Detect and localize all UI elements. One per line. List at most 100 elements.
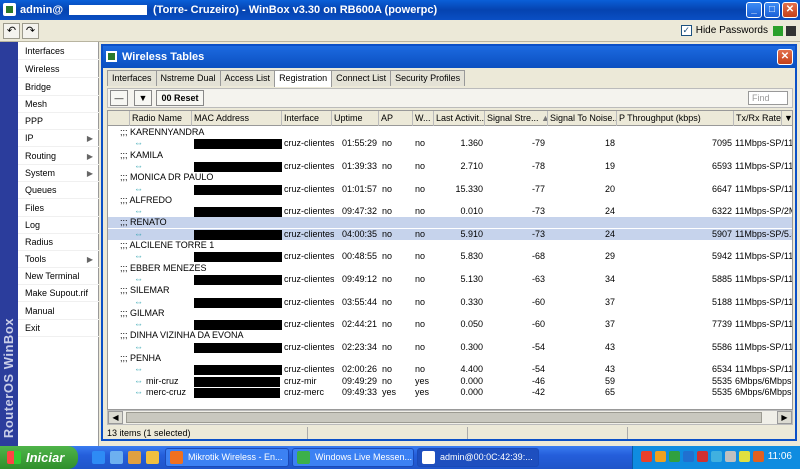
menu-item-tools[interactable]: Tools ▶ [18, 251, 99, 268]
table-row[interactable]: ⇔ cruz-clientes 09:49:12 no no 5.130 -63 34 5885… [108, 273, 792, 285]
tab-registration[interactable]: Registration [274, 70, 333, 87]
table-row[interactable]: ⇔ cruz-clientes 04:00:35 no no 5.910 -73 24 5907… [108, 228, 792, 240]
table-row[interactable]: ⇔ mir-cruz cruz-mir 09:49:29 no yes 0.000 -46 59… [108, 375, 792, 387]
col-throughput[interactable]: P Throughput (kbps) [617, 111, 734, 126]
filter-icon[interactable]: ▼ [134, 90, 152, 106]
cell-uptime: 09:49:12 [341, 273, 377, 284]
tab-access-list[interactable]: Access List [219, 70, 276, 86]
row-comment: ;;; KARENNYANDRA [120, 127, 205, 137]
tray-icon[interactable] [711, 451, 722, 462]
horizontal-scrollbar[interactable]: ◀ ▶ [107, 410, 793, 425]
menu-item-bridge[interactable]: Bridge [18, 79, 99, 96]
scroll-left-icon[interactable]: ◀ [108, 411, 123, 424]
maximize-button[interactable]: □ [764, 2, 780, 18]
tab-nstreme-dual[interactable]: Nstreme Dual [155, 70, 221, 86]
tray-icon[interactable] [655, 451, 666, 462]
menu-item-system[interactable]: System ▶ [18, 165, 99, 182]
col-signal-strength[interactable]: Signal Stre... ▲ [485, 111, 548, 126]
col-tx-rx-rate[interactable]: Tx/Rx Rate [734, 111, 782, 126]
table-row[interactable]: ⇔ cruz-clientes 02:00:26 no no 4.400 -54 43 6534… [108, 364, 792, 376]
quicklaunch-media-icon[interactable] [128, 451, 141, 464]
comment-row[interactable]: ;;; SILEMAR [108, 285, 792, 296]
menu-item-interfaces[interactable]: Interfaces [18, 43, 99, 60]
redacted-mac-address [194, 229, 282, 240]
tray-icon[interactable] [753, 451, 764, 462]
menu-item-files[interactable]: Files [18, 200, 99, 217]
menu-item-log[interactable]: Log [18, 217, 99, 234]
menu-item-wireless[interactable]: Wireless [18, 61, 99, 78]
col-radio-name[interactable]: Radio Name [130, 111, 192, 126]
comment-row[interactable]: ;;; ALFREDO [108, 195, 792, 206]
task-windows-live-messenger[interactable]: Windows Live Messen... [292, 448, 414, 467]
menu-item-queues[interactable]: Queues [18, 182, 99, 199]
task-winbox[interactable]: admin@00:0C:42:39:... [417, 448, 539, 467]
scroll-thumb[interactable] [126, 412, 762, 423]
menu-item-routing[interactable]: Routing ▶ [18, 148, 99, 165]
comment-row[interactable]: ;;; PENHA [108, 353, 792, 364]
remove-button[interactable]: — [110, 90, 128, 106]
comment-row[interactable]: ;;; KARENNYANDRA [108, 127, 792, 138]
table-row[interactable]: ⇔ cruz-clientes 03:55:44 no no 0.330 -60 37 5188… [108, 297, 792, 308]
hide-passwords-toggle[interactable]: ✓ Hide Passwords [680, 25, 768, 36]
tray-icon[interactable] [683, 451, 694, 462]
hide-passwords-checkbox[interactable]: ✓ [680, 25, 692, 36]
cell-last: 5.130 [460, 273, 483, 284]
comment-row[interactable]: ;;; RENATO [108, 217, 792, 229]
col-last-activity[interactable]: Last Activit... [434, 111, 485, 126]
col-mac-address[interactable]: MAC Address [192, 111, 282, 126]
cell-interface: cruz-mir [284, 375, 317, 386]
tray-icon[interactable] [725, 451, 736, 462]
table-row[interactable]: ⇔ cruz-clientes 01:55:29 no no 1.360 -79 18 7095… [108, 138, 792, 150]
scroll-right-icon[interactable]: ▶ [777, 411, 792, 424]
tab-connect-list[interactable]: Connect List [331, 70, 392, 86]
task-mikrotik-wireless[interactable]: Mikrotik Wireless - En... [165, 448, 289, 467]
table-row[interactable]: ⇔ cruz-clientes 01:01:57 no no 15.330 -77 20 664… [108, 184, 792, 195]
comment-row[interactable]: ;;; EBBER MENEZES [108, 263, 792, 274]
menu-item-ppp[interactable]: PPP [18, 113, 99, 130]
comment-row[interactable]: ;;; ALCILENE TORRE 1 [108, 240, 792, 251]
comment-row[interactable]: ;;; GILMAR [108, 308, 792, 319]
menu-item-ip[interactable]: IP ▶ [18, 130, 99, 147]
tray-icon[interactable] [697, 451, 708, 462]
cell-ap: no [382, 206, 393, 217]
table-row[interactable]: ⇔ merc-cruz cruz-merc 09:49:33 yes yes 0.000 -4… [108, 387, 792, 398]
menu-item-exit[interactable]: Exit [18, 320, 99, 337]
tray-icon[interactable] [739, 451, 750, 462]
col-uptime[interactable]: Uptime [332, 111, 379, 126]
menu-item-manual[interactable]: Manual [18, 303, 99, 320]
tray-icon[interactable] [669, 451, 680, 462]
reset-button[interactable]: 00 Reset [156, 90, 204, 106]
menu-item-mesh[interactable]: Mesh [18, 96, 99, 113]
tray-icon[interactable] [641, 451, 652, 462]
comment-row[interactable]: ;;; MONICA DR PAULO [108, 172, 792, 183]
col-signal-to-noise[interactable]: Signal To Noise... [548, 111, 617, 126]
start-button[interactable]: Iniciar [0, 446, 78, 469]
col-ap[interactable]: AP [379, 111, 413, 126]
quicklaunch-ie-icon[interactable] [92, 451, 105, 464]
redo-icon[interactable]: ↷ [22, 23, 39, 39]
cell-w: no [415, 228, 426, 239]
wireless-tables-title-bar[interactable]: Wireless Tables ✕ [103, 46, 795, 68]
table-row[interactable]: ⇔ cruz-clientes 09:47:32 no no 0.010 -73 24 6322… [108, 206, 792, 218]
minimize-button[interactable]: _ [746, 2, 762, 18]
close-button[interactable]: ✕ [782, 2, 798, 18]
tab-security-profiles[interactable]: Security Profiles [390, 70, 466, 86]
table-row[interactable]: ⇔ cruz-clientes 01:39:33 no no 2.710 -78 19 6593… [108, 161, 792, 172]
menu-item-make-supout[interactable]: Make Supout.rif [18, 285, 99, 302]
quicklaunch-desktop-icon[interactable] [110, 451, 123, 464]
tab-interfaces[interactable]: Interfaces [107, 70, 157, 86]
table-row[interactable]: ⇔ cruz-clientes 02:44:21 no no 0.050 -60 37 7739… [108, 319, 792, 331]
wireless-close-button[interactable]: ✕ [777, 49, 793, 65]
menu-item-new-terminal[interactable]: New Terminal [18, 268, 99, 285]
quicklaunch-folder-icon[interactable] [146, 451, 159, 464]
table-row[interactable]: ⇔ cruz-clientes 00:48:55 no no 5.830 -68 29 5942… [108, 251, 792, 263]
comment-row[interactable]: ;;; DINHA VIZINHA DA EVONA [108, 330, 792, 341]
table-row[interactable]: ⇔ cruz-clientes 02:23:34 no no 0.300 -54 43 5586… [108, 342, 792, 353]
col-w[interactable]: W... [413, 111, 434, 126]
col-interface[interactable]: Interface [282, 111, 332, 126]
columns-dropdown-icon[interactable]: ▼ [782, 111, 792, 126]
undo-icon[interactable]: ↶ [3, 23, 20, 39]
comment-row[interactable]: ;;; KAMILA [108, 150, 792, 161]
find-input[interactable]: Find [748, 91, 788, 105]
menu-item-radius[interactable]: Radius [18, 234, 99, 251]
